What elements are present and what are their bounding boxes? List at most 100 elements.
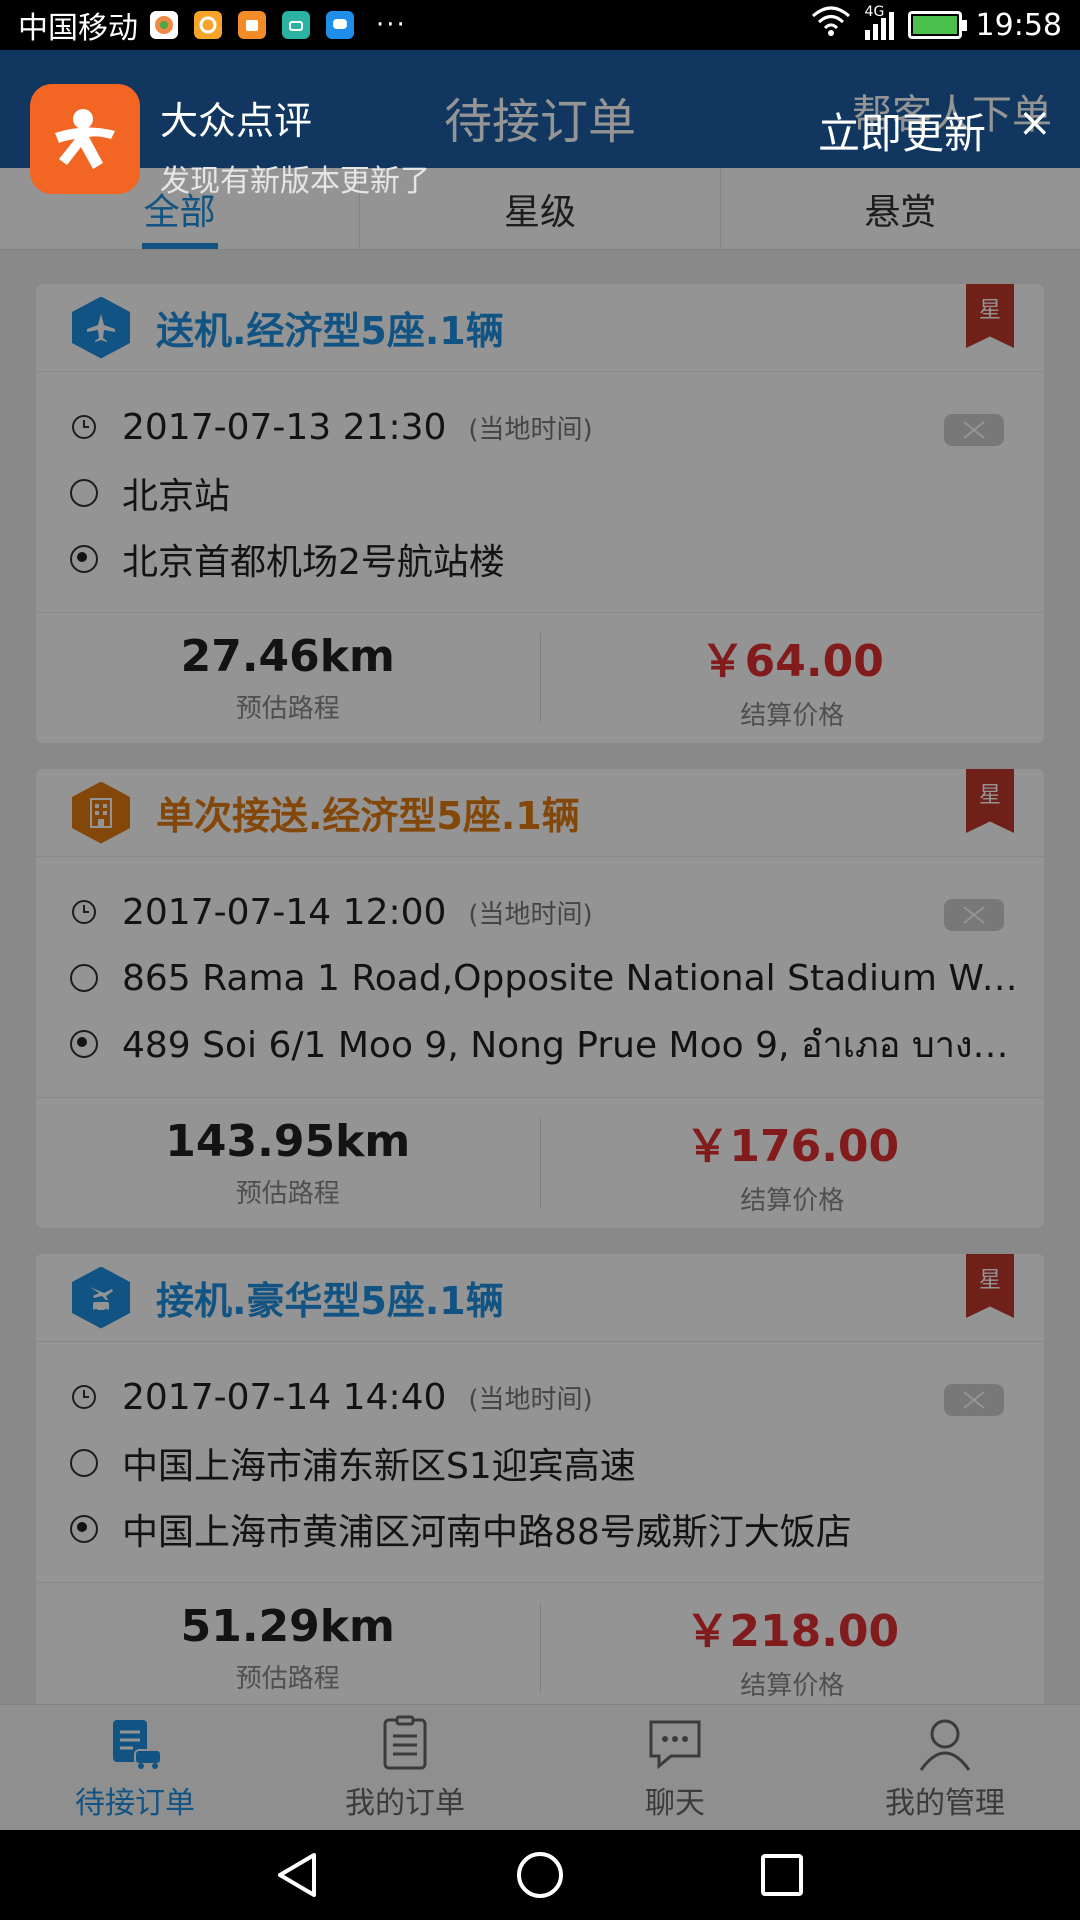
pending-orders-icon (113, 1719, 162, 1769)
more-notifications-icon: ··· (376, 10, 407, 40)
nav-my-management[interactable]: 我的管理 (810, 1705, 1080, 1830)
distance-label: 预估路程 (235, 1664, 340, 1694)
order-card-header: 送机.经济型5座.1辆 (36, 284, 1044, 372)
my-orders-icon (383, 1715, 427, 1769)
message-app-icon (326, 11, 354, 39)
airplane-icon (72, 296, 130, 359)
pickup-row: 北京站 (36, 460, 1044, 526)
order-details: 2017-07-13 21:30 (当地时间) 北京站 北京首都机场2号航站楼 (36, 372, 1044, 613)
price-summary: ￥176.00 结算价格 (539, 1118, 1045, 1216)
order-title: 接机.豪华型5座.1辆 (156, 1279, 504, 1323)
order-title: 送机.经济型5座.1辆 (156, 309, 504, 353)
pickup-row: 中国上海市浦东新区S1迎宾高速 (36, 1430, 1044, 1496)
pickup-icon (70, 964, 98, 992)
dismiss-order-button[interactable] (944, 1384, 1004, 1416)
nav-chat[interactable]: 聊天 (540, 1705, 810, 1830)
order-card[interactable]: 接机.豪华型5座.1辆 星 2017-07-14 14:40 (当地时间) 中国… (36, 1254, 1044, 1704)
dropoff-row: 489 Soi 6/1 Moo 9, Nong Prue Moo 9, อำเภ… (36, 1011, 1044, 1077)
dianping-app-icon (30, 84, 140, 194)
order-time-row: 2017-07-13 21:30 (当地时间) (36, 394, 1044, 460)
order-card-header: 单次接送.经济型5座.1辆 (36, 769, 1044, 857)
dropoff-icon (70, 1515, 98, 1543)
distance-value: 51.29km (180, 1601, 395, 1652)
price-label: 结算价格 (740, 1185, 845, 1216)
clock-icon (72, 1385, 96, 1409)
pickup-address: 北京站 (122, 476, 231, 517)
price-value: ￥64.00 (700, 635, 884, 687)
order-time-row: 2017-07-14 12:00 (当地时间) (36, 879, 1044, 945)
price-summary: ￥218.00 结算价格 (539, 1603, 1045, 1701)
pickup-icon (70, 1449, 98, 1477)
dropoff-address: 中国上海市黄浦区河南中路88号威斯汀大饭店 (122, 1512, 852, 1553)
update-now-button[interactable]: 立即更新 (818, 100, 986, 161)
order-time-row: 2017-07-14 14:40 (当地时间) (36, 1364, 1044, 1430)
dismiss-order-button[interactable] (944, 899, 1004, 931)
order-card[interactable]: 送机.经济型5座.1辆 星 2017-07-13 21:30 (当地时间) 北京… (36, 284, 1044, 743)
distance-value: 27.46km (180, 631, 395, 682)
local-time-note: (当地时间) (468, 899, 593, 930)
wifi-icon (811, 6, 851, 44)
chat-icon (649, 1720, 701, 1769)
signal-icon: 4G (864, 4, 894, 40)
nav-label: 待接订单 (75, 1785, 195, 1821)
nav-my-orders[interactable]: 我的订单 (270, 1705, 540, 1830)
notification-app-name: 大众点评 (160, 99, 313, 143)
system-navigation-bar (0, 1830, 1080, 1920)
network-type: 4G (864, 4, 885, 20)
shopping-app-icon (238, 11, 266, 39)
carrier-name: 中国移动 (18, 11, 138, 46)
home-icon[interactable] (514, 1849, 566, 1901)
distance-summary: 51.29km 预估路程 (36, 1583, 540, 1704)
close-icon (963, 1391, 985, 1409)
order-summary: 27.46km 预估路程 ￥64.00 结算价格 (36, 613, 1044, 743)
distance-summary: 27.46km 预估路程 (36, 613, 540, 743)
update-notification[interactable]: 大众点评 发现有新版本更新了 立即更新 × (0, 50, 1080, 200)
clock-icon (72, 415, 96, 439)
nav-label: 我的管理 (885, 1785, 1005, 1821)
price-value: ￥218.00 (685, 1605, 900, 1657)
airport-car-icon (72, 1266, 130, 1329)
pickup-icon (70, 479, 98, 507)
order-summary: 51.29km 预估路程 ￥218.00 结算价格 (36, 1583, 1044, 1704)
profile-icon (919, 1719, 971, 1771)
pickup-address: 865 Rama 1 Road,Opposite National Stadiu… (122, 957, 1022, 999)
pickup-row: 865 Rama 1 Road,Opposite National Stadiu… (36, 945, 1044, 1011)
android-app-icon (282, 11, 310, 39)
browser-app-icon (150, 11, 178, 39)
order-time: 2017-07-13 21:30 (122, 406, 447, 448)
recent-apps-icon[interactable] (756, 1849, 808, 1901)
price-label: 结算价格 (740, 1670, 845, 1701)
close-icon[interactable]: × (1018, 100, 1052, 146)
notification-message: 发现有新版本更新了 (160, 164, 430, 199)
distance-label: 预估路程 (235, 1179, 340, 1209)
order-time: 2017-07-14 14:40 (122, 1376, 447, 1418)
bottom-navigation: 待接订单 我的订单 聊天 我的管理 (0, 1704, 1080, 1830)
order-summary: 143.95km 预估路程 ￥176.00 结算价格 (36, 1098, 1044, 1228)
price-summary: ￥64.00 结算价格 (539, 633, 1045, 731)
distance-label: 预估路程 (235, 694, 340, 724)
close-icon (963, 421, 985, 439)
order-details: 2017-07-14 12:00 (当地时间) 865 Rama 1 Road,… (36, 857, 1044, 1098)
price-value: ￥176.00 (685, 1120, 900, 1172)
order-title: 单次接送.经济型5座.1辆 (156, 794, 580, 838)
order-details: 2017-07-14 14:40 (当地时间) 中国上海市浦东新区S1迎宾高速 … (36, 1342, 1044, 1583)
nav-label: 聊天 (645, 1785, 705, 1821)
price-label: 结算价格 (740, 700, 845, 731)
clock: 19:58 (975, 7, 1062, 43)
back-icon[interactable] (272, 1849, 324, 1901)
order-card-header: 接机.豪华型5座.1辆 (36, 1254, 1044, 1342)
local-time-note: (当地时间) (468, 1384, 593, 1415)
nav-pending-orders[interactable]: 待接订单 (0, 1705, 270, 1830)
dropoff-icon (70, 1030, 98, 1058)
pickup-address: 中国上海市浦东新区S1迎宾高速 (122, 1446, 636, 1487)
dropoff-address: 北京首都机场2号航站楼 (122, 542, 505, 583)
nav-label: 我的订单 (345, 1785, 465, 1821)
order-card[interactable]: 单次接送.经济型5座.1辆 星 2017-07-14 12:00 (当地时间) … (36, 769, 1044, 1228)
order-list: 送机.经济型5座.1辆 星 2017-07-13 21:30 (当地时间) 北京… (0, 250, 1080, 1704)
close-icon (963, 906, 985, 924)
dropoff-row: 北京首都机场2号航站楼 (36, 526, 1044, 592)
local-time-note: (当地时间) (468, 414, 593, 445)
dismiss-order-button[interactable] (944, 414, 1004, 446)
building-icon (72, 781, 130, 844)
distance-summary: 143.95km 预估路程 (36, 1098, 540, 1228)
